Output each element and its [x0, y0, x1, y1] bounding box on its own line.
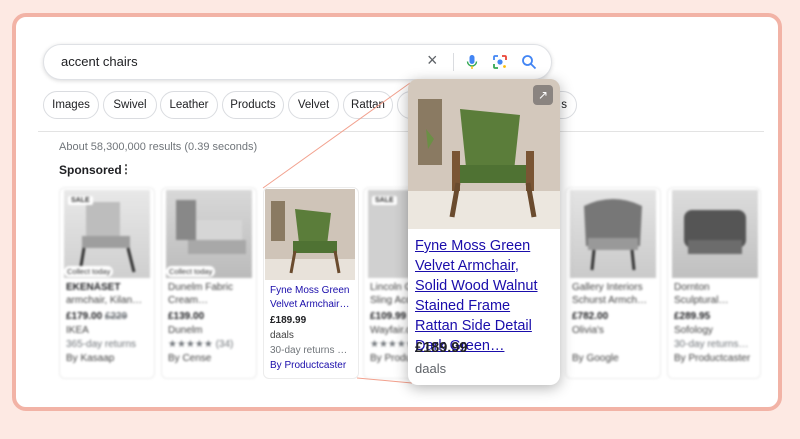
- product-card[interactable]: Gallery Interiors Schurst Armch… £782.00…: [565, 187, 661, 379]
- product-extra: 365-day returns: [66, 339, 137, 350]
- product-by: By Productcaster: [674, 353, 751, 364]
- product-title: Gallery Interiors: [572, 282, 643, 293]
- product-price: £189.99: [270, 315, 307, 326]
- chip-swivel[interactable]: Swivel: [103, 91, 157, 119]
- product-title-2: Cream…: [168, 295, 209, 306]
- search-box[interactable]: accent chairs ×: [43, 44, 552, 80]
- result-stats: About 58,300,000 results (0.39 seconds): [59, 141, 258, 153]
- product-store: daals: [270, 330, 294, 341]
- product-rating: ★★★★★ (34): [168, 339, 234, 350]
- search-divider: [453, 53, 454, 71]
- product-title-2: armchair, Kilan…: [66, 295, 143, 306]
- chip-products[interactable]: Products: [222, 91, 284, 119]
- product-store: Dunelm: [168, 325, 203, 336]
- product-title: EKENÄSET: [66, 282, 121, 293]
- chip-images[interactable]: Images: [43, 91, 99, 119]
- chip-rattan[interactable]: Rattan: [343, 91, 393, 119]
- product-preview-popup[interactable]: ↗ Fyne Moss Green Velvet Armchair, Solid…: [408, 79, 560, 385]
- clear-icon[interactable]: ×: [427, 50, 438, 71]
- product-price: £289.95: [674, 311, 711, 322]
- product-store: Olivia's: [572, 325, 604, 336]
- old-price: £229: [104, 311, 128, 322]
- product-card[interactable]: Collect today Dunelm Fabric Cream… £139.…: [161, 187, 257, 379]
- search-query[interactable]: accent chairs: [61, 54, 138, 69]
- product-title-2: Schurst Armch…: [572, 295, 648, 306]
- product-store: IKEA: [66, 325, 89, 336]
- preview-store: daals: [415, 361, 447, 376]
- chip-velvet[interactable]: Velvet: [288, 91, 339, 119]
- product-by: By Cense: [168, 353, 212, 364]
- product-by: By Kasaap: [66, 353, 115, 364]
- product-returns: 30-day returns…: [674, 339, 749, 350]
- product-by[interactable]: By Productcaster: [270, 360, 356, 372]
- sale-badge: SALE: [372, 196, 397, 205]
- product-store: Sofology: [674, 325, 713, 336]
- product-price: £782.00: [572, 311, 609, 322]
- sponsored-label: Sponsored: [59, 163, 122, 177]
- product-title: Dornton: [674, 282, 710, 293]
- divider: [38, 131, 764, 132]
- product-card[interactable]: SALE Collect today EKENÄSET armchair, Ki…: [59, 187, 155, 379]
- product-image: [166, 190, 252, 278]
- product-by: By Google: [572, 353, 619, 364]
- product-card[interactable]: Dornton Sculptural… £289.95 Sofology 30-…: [667, 187, 761, 379]
- product-image: [570, 190, 656, 278]
- product-image: [672, 190, 758, 278]
- chip-leather[interactable]: Leather: [160, 91, 218, 119]
- preview-price: £189.99: [415, 340, 468, 356]
- highlighted-product-card[interactable]: Fyne Moss Green Velvet Armchair… £189.99…: [263, 187, 359, 379]
- product-price: £179.00 £229: [66, 311, 152, 323]
- product-title[interactable]: Fyne Moss Green: [270, 285, 356, 297]
- sale-badge: SALE: [68, 196, 93, 205]
- product-title: Dunelm Fabric: [168, 282, 234, 293]
- preview-title-link[interactable]: Fyne Moss Green Velvet Armchair, Solid W…: [415, 236, 555, 356]
- collect-tag: Collect today: [166, 266, 216, 277]
- lens-icon[interactable]: [492, 54, 508, 70]
- product-returns: 30-day returns …: [270, 345, 348, 356]
- product-title-2[interactable]: Velvet Armchair…: [270, 299, 356, 311]
- sponsored-menu-icon[interactable]: ⋮: [120, 162, 132, 176]
- screenshot-frame: accent chairs × Images Swivel Leather Pr…: [12, 13, 782, 411]
- open-external-icon[interactable]: ↗: [533, 85, 553, 105]
- search-icon[interactable]: [521, 54, 537, 70]
- product-image: [265, 189, 355, 280]
- collect-tag: Collect today: [64, 266, 114, 277]
- product-title-2: Sculptural…: [674, 295, 729, 306]
- product-price: £139.00: [168, 311, 205, 322]
- microphone-icon[interactable]: [464, 54, 480, 70]
- price-value: £179.00: [66, 311, 103, 322]
